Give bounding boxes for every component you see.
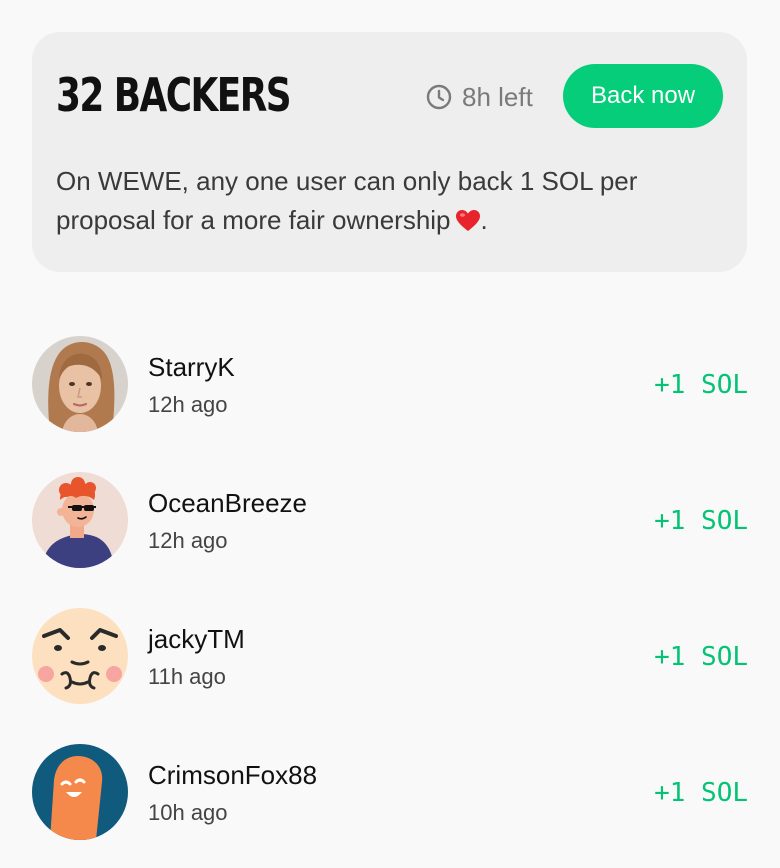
backer-name[interactable]: OceanBreeze — [148, 488, 307, 519]
description-text: On WEWE, any one user can only back 1 SO… — [56, 166, 638, 235]
avatar — [32, 608, 128, 704]
backers-count-title: 32 BACKERS — [56, 68, 292, 122]
backer-time: 12h ago — [148, 392, 228, 417]
backer-time: 11h ago — [148, 664, 226, 689]
time-left-label: 8h left — [462, 81, 533, 112]
avatar — [32, 336, 128, 432]
backer-amount: +1 SOL — [654, 642, 748, 672]
backer-row: OceanBreeze 12h ago +1 SOL — [32, 472, 748, 568]
backer-amount: +1 SOL — [654, 778, 748, 808]
backer-name[interactable]: CrimsonFox88 — [148, 760, 317, 791]
clock-icon — [426, 84, 452, 110]
cartoon-redhead-sunglasses-avatar — [32, 472, 128, 568]
backer-row: StarryK 12h ago +1 SOL — [32, 336, 748, 432]
backer-row: CrimsonFox88 10h ago +1 SOL — [32, 744, 748, 840]
backer-time: 12h ago — [148, 528, 228, 553]
backer-name[interactable]: jackyTM — [148, 624, 245, 655]
back-now-button[interactable]: Back now — [563, 64, 723, 128]
backer-row: jackyTM 11h ago +1 SOL — [32, 608, 748, 704]
description-end: . — [480, 205, 488, 235]
backers-card: 32 BACKERS 8h left Back now On WEWE, any… — [32, 32, 747, 272]
photo-woman-avatar — [32, 336, 128, 432]
backer-amount: +1 SOL — [654, 506, 748, 536]
backer-name[interactable]: StarryK — [148, 352, 235, 383]
backer-amount: +1 SOL — [654, 370, 748, 400]
avatar — [32, 744, 128, 840]
backer-time: 10h ago — [148, 800, 228, 825]
heart-icon — [455, 210, 480, 231]
smug-face-avatar — [32, 608, 128, 704]
card-description: On WEWE, any one user can only back 1 SO… — [56, 162, 706, 240]
avatar — [32, 472, 128, 568]
time-left: 8h left — [426, 82, 533, 112]
orange-blob-avatar — [32, 744, 128, 840]
